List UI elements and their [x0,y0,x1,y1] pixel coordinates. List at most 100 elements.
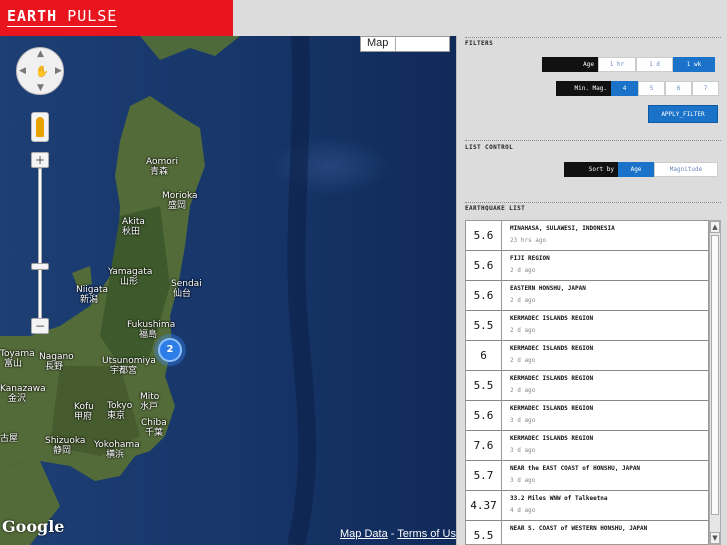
earthquake-age: 4 d ago [510,507,536,514]
earthquake-row[interactable]: 5.6 MINAHASA, SULAWESI, INDONESIA 23 hrs… [466,221,708,251]
list-control-rule [465,140,721,141]
scroll-up-icon[interactable]: ▲ [710,221,720,233]
earthquake-age: 2 d ago [510,357,536,364]
city-label: Kofu 甲府 [74,402,94,422]
earthquake-place: KERMADEC ISLANDS REGION [510,315,594,322]
earthquake-place: EASTERN HONSHU, JAPAN [510,285,586,292]
zoom-in-icon[interactable]: + [31,152,49,168]
city-label: Morioka 盛岡 [162,191,198,211]
earthquake-list-title: EARTHQUAKE LIST [465,205,526,212]
scrollbar-thumb[interactable] [711,235,719,515]
earthquake-magnitude: 5.6 [466,281,502,311]
earthquake-magnitude: 5.5 [466,311,502,341]
sort-label: Sort by [564,162,618,177]
map-view[interactable]: Map ▲ ▼ ◀ ▶ ✋ + − Aomori 青森 Morioka 盛岡 Aki… [0,36,456,545]
pan-up-arrow-icon[interactable]: ▲ [37,49,44,59]
magnitude-option-6[interactable]: 6 [665,81,692,96]
earthquake-row[interactable]: 5.5 NEAR S. COAST of WESTERN HONSHU, JAP… [466,521,708,544]
logo-text: EARTH PULSE [7,7,117,25]
terms-of-use-link[interactable]: Terms of Use [397,528,456,540]
magnitude-option-4[interactable]: 4 [611,81,638,96]
pegman-icon[interactable] [31,112,49,142]
earthquake-list[interactable]: 5.6 MINAHASA, SULAWESI, INDONESIA 23 hrs… [465,220,709,545]
scroll-down-icon[interactable]: ▼ [710,532,720,544]
pan-left-arrow-icon[interactable]: ◀ [19,66,26,76]
earthquake-row[interactable]: 5.6 FIJI REGION 2 d ago [466,251,708,281]
google-logo: Google [2,517,65,536]
city-label: Fukushima 福島 [127,320,176,340]
earthquake-place: 33.2 Miles WNW of Talkeetna [510,495,608,502]
earthquake-place: KERMADEC ISLANDS REGION [510,345,594,352]
pan-control-icon[interactable]: ▲ ▼ ◀ ▶ ✋ [16,47,64,95]
city-label: Aomori 青森 [146,157,178,177]
magnitude-filter: Min. Mag. 4 5 6 7 [556,81,719,96]
city-label: Yamagata 山形 [108,267,153,287]
sort-control: Sort by Age Magnitude [564,162,718,177]
city-label: Shizuoka 静岡 [45,436,86,456]
earthquake-age: 3 d ago [510,477,536,484]
logo-pulse: PULSE [67,7,118,25]
earthquake-age: 3 d ago [510,447,536,454]
sort-option-magnitude[interactable]: Magnitude [654,162,718,177]
control-panel: FILTERS Age 1 hr 1 d 1 wk Min. Mag. 4 5 … [456,36,727,545]
age-filter-label: Age [542,57,598,72]
pan-right-arrow-icon[interactable]: ▶ [55,66,62,76]
earthquake-place: NEAR the EAST COAST of HONSHU, JAPAN [510,465,641,472]
pan-down-arrow-icon[interactable]: ▼ [37,83,44,93]
hand-icon: ✋ [35,65,49,78]
earthquake-magnitude: 5.6 [466,251,502,281]
logo-underline [7,26,117,27]
city-label: Tokyo 東京 [107,401,133,421]
city-label: Mito 水戸 [140,392,160,412]
map-type-control[interactable]: Map [360,36,450,52]
earthquake-row[interactable]: 5.6 KERMADEC ISLANDS REGION 3 d ago [466,401,708,431]
map-data-link[interactable]: Map Data [340,528,388,540]
city-label: Kanazawa 金沢 [0,384,46,404]
city-label: Akita 秋田 [122,217,145,237]
map-type-separator [395,37,396,51]
city-label: 古屋 [0,434,19,444]
city-label: Nagano 長野 [39,352,74,372]
earthquake-row[interactable]: 5.5 KERMADEC ISLANDS REGION 2 d ago [466,371,708,401]
zoom-slider-track[interactable] [38,168,42,328]
map-type-label: Map [367,37,389,49]
age-option-1hr[interactable]: 1 hr [598,57,636,72]
earthquake-row[interactable]: 4.37 33.2 Miles WNW of Talkeetna 4 d ago [466,491,708,521]
logo-earth: EARTH [7,7,58,25]
earthquake-list-rule [465,202,721,203]
magnitude-option-5[interactable]: 5 [638,81,665,96]
earthquake-place: KERMADEC ISLANDS REGION [510,405,594,412]
earthquake-age: 2 d ago [510,327,536,334]
earthquake-magnitude: 7.6 [466,431,502,461]
earthquake-magnitude: 5.5 [466,371,502,401]
earthquake-row[interactable]: 5.7 NEAR the EAST COAST of HONSHU, JAPAN… [466,461,708,491]
earth-pulse-logo[interactable]: EARTH PULSE [0,0,233,36]
apply-filter-button[interactable]: APPLY_FILTER [648,105,718,123]
map-terrain [0,36,317,545]
earthquake-magnitude: 4.37 [466,491,502,521]
earthquake-row[interactable]: 6 KERMADEC ISLANDS REGION 2 d ago [466,341,708,371]
earthquake-cluster-marker[interactable]: 2 [158,338,182,362]
city-label: Sendai 仙台 [171,279,202,299]
magnitude-option-7[interactable]: 7 [692,81,719,96]
zoom-slider-thumb[interactable] [31,263,49,270]
earthquake-list-scrollbar[interactable]: ▲ ▼ [709,220,721,545]
earthquake-place: FIJI REGION [510,255,550,262]
earthquake-row[interactable]: 5.5 KERMADEC ISLANDS REGION 2 d ago [466,311,708,341]
city-label: Yokohama 横浜 [94,440,140,460]
earthquake-age: 23 hrs ago [510,237,547,244]
age-filter: Age 1 hr 1 d 1 wk [542,57,715,72]
zoom-out-icon[interactable]: − [31,318,49,334]
filters-rule [465,37,721,38]
filters-title: FILTERS [465,40,494,47]
earthquake-row[interactable]: 7.6 KERMADEC ISLANDS REGION 3 d ago [466,431,708,461]
earthquake-magnitude: 6 [466,341,502,371]
earthquake-row[interactable]: 5.6 EASTERN HONSHU, JAPAN 2 d ago [466,281,708,311]
earthquake-magnitude: 5.5 [466,521,502,544]
sort-option-age[interactable]: Age [618,162,654,177]
age-option-1d[interactable]: 1 d [636,57,673,72]
earthquake-magnitude: 5.7 [466,461,502,491]
age-option-1wk[interactable]: 1 wk [673,57,715,72]
pegman-figure [36,117,44,137]
earthquake-place: MINAHASA, SULAWESI, INDONESIA [510,225,615,232]
